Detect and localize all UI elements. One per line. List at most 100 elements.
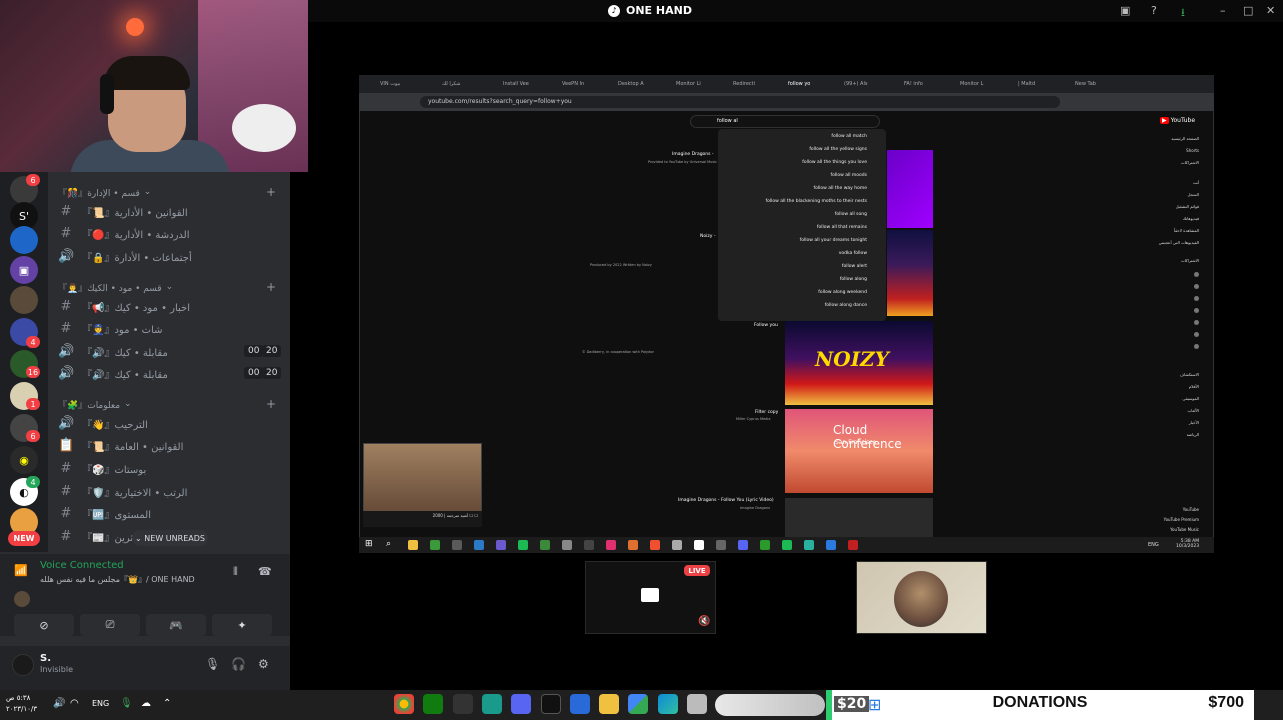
- sidebar-item[interactable]: الصفحة الرئيسية: [1171, 136, 1199, 141]
- volume-mute-icon[interactable]: 🔇: [698, 616, 710, 627]
- youtube-logo[interactable]: ▶ YouTube: [1160, 117, 1195, 124]
- video-thumbnail[interactable]: [887, 230, 933, 316]
- wifi-icon[interactable]: ◠: [70, 698, 79, 709]
- microphone-icon[interactable]: 🎙: [120, 698, 133, 709]
- browser-tab[interactable]: New Tab: [1075, 78, 1096, 90]
- avatar[interactable]: [12, 654, 34, 676]
- help-icon[interactable]: ?: [1151, 4, 1157, 17]
- sidebar-item[interactable]: الاشتراكات: [1181, 160, 1199, 165]
- browser-tab[interactable]: شكرا لك: [442, 78, 460, 90]
- browser-tab[interactable]: Monitor L: [960, 78, 983, 90]
- sidebar-item[interactable]: الفيديوهات التي أعجبتني: [1159, 240, 1199, 245]
- chrome-icon[interactable]: [394, 694, 414, 714]
- browser-tab[interactable]: Desktop A: [618, 78, 644, 90]
- add-channel-icon[interactable]: +: [266, 185, 276, 199]
- headphones-icon[interactable]: 🎧: [231, 657, 246, 671]
- capcut-icon[interactable]: [541, 694, 561, 714]
- screen-share-button[interactable]: ⎚: [80, 614, 140, 636]
- browser-tab[interactable]: VeePN In: [562, 78, 584, 90]
- folder-icon[interactable]: [599, 694, 619, 714]
- channel-avatar-icon[interactable]: [1194, 320, 1199, 325]
- suggestion-item[interactable]: follow along weekend: [818, 290, 867, 295]
- channel-item[interactable]: # 『📜』القوانين • الأدارية: [58, 201, 278, 221]
- soundboard-button[interactable]: ✦: [212, 614, 272, 636]
- category-header[interactable]: 『🧩』معلومات ⌄: [58, 397, 132, 411]
- result-title[interactable]: Follow you: [754, 323, 778, 328]
- system-clock[interactable]: ٥:٣٨ ص ٢٠٢٣/١٠/٣: [6, 693, 37, 715]
- suggestion-item[interactable]: follow alert: [842, 264, 867, 269]
- suggestion-item[interactable]: follow all moods: [831, 173, 867, 178]
- volume-icon[interactable]: 🔊: [53, 698, 65, 709]
- browser-tab[interactable]: VIN بيوت: [380, 78, 400, 90]
- channel-item[interactable]: # 『📢』اخبار • مود • كيك: [58, 296, 278, 316]
- close-icon[interactable]: ✕: [1266, 4, 1275, 17]
- channel-item[interactable]: 🔊 『🔊』مقابلة • كيك 00 20: [58, 363, 282, 383]
- suggestion-item[interactable]: follow all your dreams tonight: [800, 238, 867, 243]
- browser-tab[interactable]: Monitor Li: [676, 78, 701, 90]
- sidebar-item[interactable]: YouTube Music: [1170, 527, 1199, 532]
- new-pill[interactable]: NEW: [8, 531, 40, 546]
- guild-icon[interactable]: [10, 286, 38, 314]
- suggestion-item[interactable]: follow along dance: [825, 303, 867, 308]
- browser-tab[interactable]: | Maltd: [1018, 78, 1035, 90]
- sidebar-item[interactable]: الاشتراكات: [1181, 258, 1199, 263]
- browser-tab[interactable]: FA! info: [904, 78, 923, 90]
- video-thumbnail[interactable]: Cloud Conference San Francisco: [785, 409, 933, 493]
- suggestion-item[interactable]: follow all that remains: [817, 225, 867, 230]
- avatar[interactable]: [14, 591, 30, 607]
- video-thumbnail[interactable]: [785, 498, 933, 538]
- channel-avatar-icon[interactable]: [1194, 296, 1199, 301]
- suggestion-item[interactable]: follow all the things you love: [802, 160, 867, 165]
- channel-item[interactable]: 🔊 『🔊』مقابلة • كيك 00 20: [58, 341, 282, 361]
- sidebar-item[interactable]: الاستكشاف: [1180, 372, 1199, 377]
- sidebar-item[interactable]: فيديوهاتك: [1183, 216, 1199, 221]
- browser-tab[interactable]: Install Vee: [503, 78, 529, 90]
- sidebar-item[interactable]: السجل: [1187, 192, 1199, 197]
- channel-avatar-icon[interactable]: [1194, 332, 1199, 337]
- channel-avatar-icon[interactable]: [1194, 344, 1199, 349]
- channel-item[interactable]: # 『👮』شات • مود: [58, 318, 278, 338]
- channel-item[interactable]: 🔊 『🔒』أجتماعات • الأدارة: [58, 246, 278, 266]
- download-icon[interactable]: ⭳: [1181, 4, 1185, 23]
- suggestion-item[interactable]: follow all song: [835, 212, 867, 217]
- suggestion-item[interactable]: follow all match: [831, 134, 867, 139]
- channel-avatar-icon[interactable]: [1194, 284, 1199, 289]
- sidebar-item[interactable]: YouTube: [1183, 507, 1199, 512]
- activity-button[interactable]: 🎮: [146, 614, 206, 636]
- suggestion-item[interactable]: follow all the way home: [814, 186, 868, 191]
- suggestion-item[interactable]: vodka follow: [839, 251, 867, 256]
- youtube-search-input[interactable]: follow al: [690, 115, 880, 128]
- guild-icon[interactable]: ◉: [10, 446, 38, 474]
- user-name[interactable]: S.: [40, 653, 51, 664]
- edge-icon[interactable]: [658, 694, 678, 714]
- sidebar-item[interactable]: أنت: [1193, 180, 1199, 185]
- category-header[interactable]: 『🎊』قسم • الإدارة ⌄: [58, 185, 151, 199]
- channel-item[interactable]: 🔊 『👋』الترحيب: [58, 413, 278, 433]
- browser-tab-active[interactable]: follow yo: [788, 78, 810, 90]
- video-thumbnail[interactable]: [887, 150, 933, 228]
- app-icon[interactable]: [687, 694, 707, 714]
- result-title[interactable]: Filter copy: [755, 410, 778, 415]
- suggestion-item[interactable]: follow all the yellow signs: [809, 147, 867, 152]
- gear-icon[interactable]: ⚙: [258, 657, 269, 671]
- suggestion-item[interactable]: follow along: [840, 277, 867, 282]
- steam-icon[interactable]: [453, 694, 473, 714]
- url-field[interactable]: youtube.com/results?search_query=follow+…: [420, 96, 1060, 108]
- cloud-icon[interactable]: ☁: [141, 698, 151, 709]
- minimize-icon[interactable]: –: [1220, 4, 1226, 17]
- channel-item[interactable]: 📋 『📜』القوانين • العامة: [58, 435, 278, 455]
- guild-icon[interactable]: [10, 226, 38, 254]
- sidebar-item[interactable]: قوائم التشغيل: [1176, 204, 1199, 209]
- sidebar-item[interactable]: الأخبار: [1189, 420, 1199, 425]
- channel-avatar-icon[interactable]: [1194, 272, 1199, 277]
- channel-item[interactable]: # 『🛡️』الرتب • الاختيارية: [58, 481, 278, 501]
- result-title[interactable]: Noizy -: [700, 234, 715, 239]
- maximize-icon[interactable]: □: [1243, 4, 1253, 17]
- result-title[interactable]: Imagine Dragons - Follow You (Lyric Vide…: [678, 498, 774, 503]
- sidebar-item[interactable]: المشاهدة لاحقاً: [1174, 228, 1199, 233]
- noise-suppression-icon[interactable]: ⦀: [233, 565, 238, 579]
- add-channel-icon[interactable]: +: [266, 397, 276, 411]
- suggestion-item[interactable]: follow all the blackening moths to their…: [766, 199, 867, 204]
- browser-tab[interactable]: (99+) Als: [844, 78, 867, 90]
- sidebar-item[interactable]: الموسيقى: [1182, 396, 1199, 401]
